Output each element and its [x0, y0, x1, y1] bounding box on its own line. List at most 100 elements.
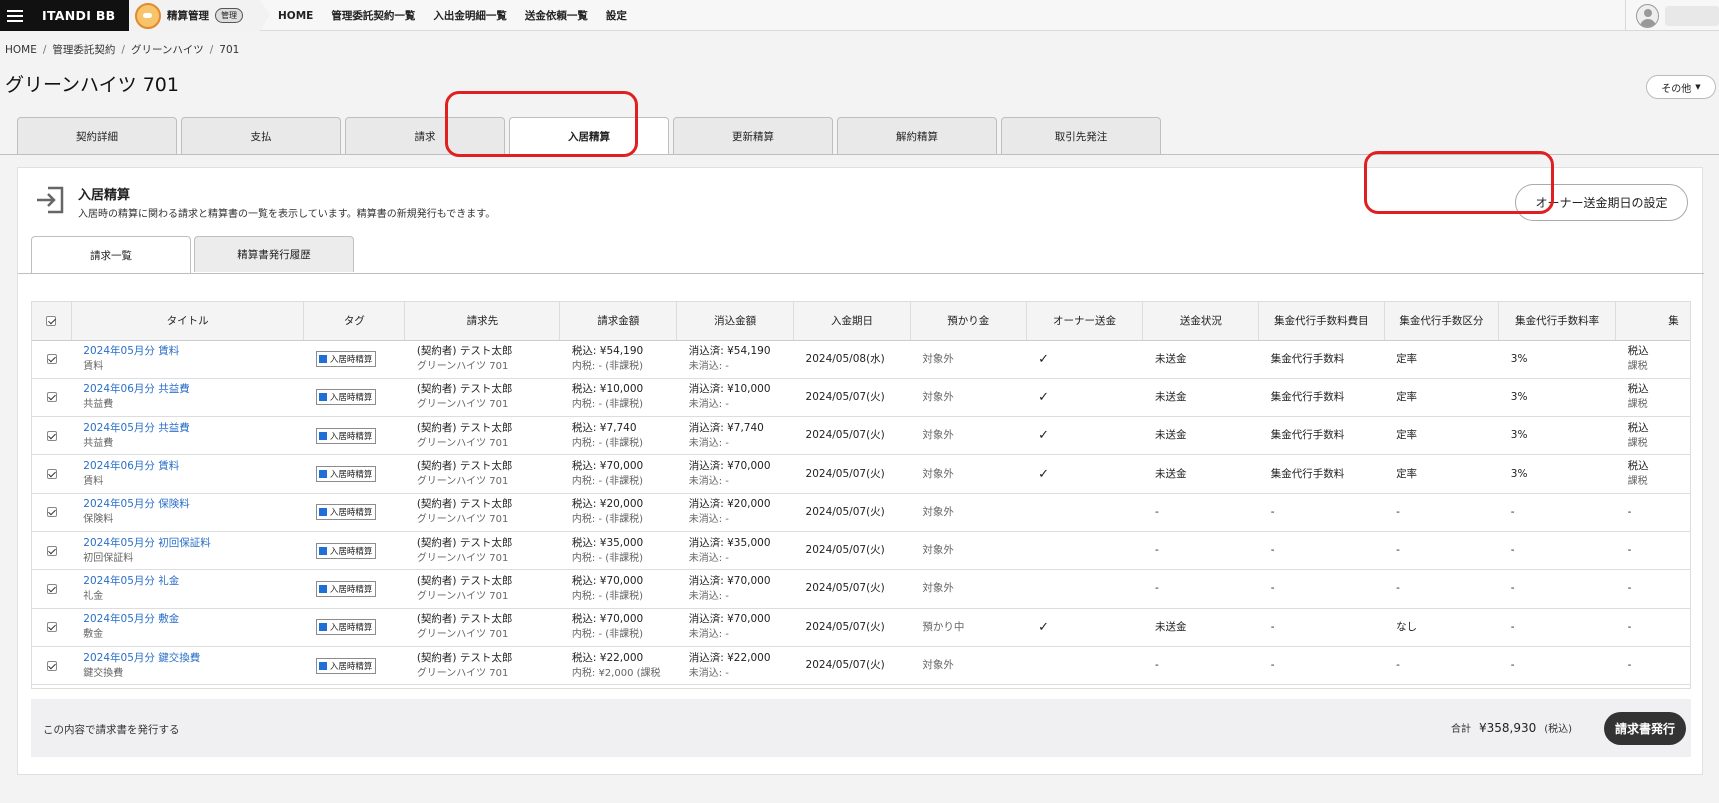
tab-contract-detail[interactable]: 契約詳細 — [17, 117, 177, 154]
cell-title-value[interactable]: 2024年05月分 共益費 — [83, 421, 292, 436]
row-select-cell — [32, 378, 72, 418]
row-checkbox[interactable] — [46, 622, 57, 633]
table-row[interactable]: 2024年05月分 賃料 賃料 入居時精算 (契約者) テスト太郎 グリーンハイツ 70… — [32, 340, 1690, 379]
row-checkbox[interactable] — [46, 583, 57, 594]
cell-title: 2024年05月分 礼金 礼金 — [71, 569, 304, 609]
cell-cleared-subvalue: 未消込: - — [688, 667, 729, 679]
row-checkbox[interactable] — [46, 469, 57, 480]
cell-extra-value: - — [1627, 544, 1632, 557]
row-checkbox[interactable] — [46, 660, 57, 671]
cell-title-value[interactable]: 2024年06月分 賃料 — [83, 459, 292, 474]
tag-label: 入居時精算 — [329, 661, 373, 672]
cell-payer-value: (契約者) テスト太郎 — [416, 383, 513, 396]
tag-color-icon — [318, 393, 327, 402]
cell-due-value: 2024/05/07(火) — [805, 582, 885, 595]
row-checkbox[interactable] — [46, 430, 57, 441]
cell-title-subvalue: 鍵交換費 — [83, 667, 124, 679]
breadcrumb-contracts[interactable]: 管理委託契約 — [52, 44, 115, 56]
breadcrumb-property[interactable]: グリーンハイツ — [131, 44, 204, 56]
cell-title-value[interactable]: 2024年05月分 初回保証料 — [83, 536, 292, 551]
cell-title-value[interactable]: 2024年05月分 保険料 — [83, 497, 292, 512]
cell-fee-type: - — [1384, 569, 1499, 609]
col-deposit[interactable]: 預かり金 — [910, 302, 1027, 341]
cell-fee-type: 定率 — [1384, 416, 1499, 456]
menu-icon[interactable] — [7, 9, 23, 22]
col-tag[interactable]: タグ — [303, 302, 406, 341]
table-row[interactable]: 2024年05月分 敷金 敷金 入居時精算 (契約者) テスト太郎 グリーンハイツ 70… — [32, 608, 1690, 647]
other-dropdown-button[interactable]: その他 ▼ — [1646, 75, 1716, 99]
cell-payer-subvalue: グリーンハイツ 701 — [416, 629, 509, 641]
tab-renewal-settlement[interactable]: 更新精算 — [673, 117, 833, 154]
nav-remittances[interactable]: 送金依頼一覧 — [525, 8, 588, 23]
tag-badge: 入居時精算 — [315, 657, 377, 674]
cell-cleared: 消込済: ¥35,000 未消込: - — [676, 531, 794, 571]
col-title[interactable]: タイトル — [71, 302, 305, 341]
subtab-statement-history[interactable]: 精算書発行履歴 — [194, 236, 354, 272]
row-checkbox[interactable] — [46, 507, 57, 518]
cell-cleared-subvalue: 未消込: - — [688, 552, 729, 564]
row-checkbox[interactable] — [46, 545, 57, 556]
table-row[interactable]: 2024年06月分 賃料 賃料 入居時精算 (契約者) テスト太郎 グリーンハイツ 70… — [32, 454, 1690, 494]
cell-fee-item: 集金代行手数料 — [1258, 378, 1385, 418]
col-owner-remit[interactable]: オーナー送金 — [1026, 302, 1144, 341]
cell-cleared: 消込済: ¥22,000 未消込: - — [676, 646, 794, 686]
col-amount[interactable]: 請求金額 — [559, 302, 678, 341]
cell-fee-rate: 3% — [1498, 378, 1616, 418]
cell-amount-value: 税込: ¥35,000 — [571, 536, 644, 549]
cell-fee-type: - — [1384, 493, 1499, 532]
subtab-divider — [18, 273, 1704, 274]
table-row[interactable]: 2024年05月分 鍵交換費 鍵交換費 入居時精算 (契約者) テスト太郎 グリーンハイ… — [32, 646, 1690, 686]
tab-cancellation-settlement[interactable]: 解約精算 — [837, 117, 997, 154]
cell-owner — [1026, 646, 1143, 686]
cell-deposit: 対象外 — [910, 340, 1027, 379]
col-due-date[interactable]: 入金期日 — [793, 302, 911, 341]
user-menu[interactable] — [1625, 0, 1719, 31]
col-remit-status[interactable]: 送金状況 — [1142, 302, 1260, 341]
table-row[interactable]: 2024年06月分 共益費 共益費 入居時精算 (契約者) テスト太郎 グリーンハイツ … — [32, 378, 1690, 418]
cell-amount: 税込: ¥70,000 内税: - (非課税) — [559, 454, 677, 494]
table-body: 2024年05月分 賃料 賃料 入居時精算 (契約者) テスト太郎 グリーンハイツ 70… — [32, 340, 1690, 686]
cell-tag: 入居時精算 — [303, 416, 405, 456]
cell-title-value[interactable]: 2024年05月分 賃料 — [83, 344, 292, 359]
cell-amount-subvalue: 内税: - (非課税) — [571, 552, 644, 564]
cell-fee-rate: - — [1498, 569, 1616, 609]
cell-title-value[interactable]: 2024年05月分 礼金 — [83, 574, 292, 589]
nav-transactions[interactable]: 入出金明細一覧 — [433, 8, 507, 23]
col-payer[interactable]: 請求先 — [404, 302, 561, 341]
app-switcher[interactable]: 精算管理 管理 — [129, 0, 270, 31]
row-checkbox[interactable] — [46, 392, 57, 403]
col-fee-rate[interactable]: 集金代行手数料率 — [1498, 302, 1617, 341]
nav-contracts[interactable]: 管理委託契約一覧 — [331, 8, 415, 23]
cell-fee-item: - — [1258, 608, 1385, 647]
cell-title-value[interactable]: 2024年05月分 敷金 — [83, 612, 292, 627]
col-fee-type[interactable]: 集金代行手数区分 — [1384, 302, 1500, 341]
breadcrumb-home[interactable]: HOME — [5, 44, 37, 56]
select-all-cell — [32, 302, 72, 341]
billing-table: タイトル タグ 請求先 請求金額 消込金額 入金期日 預かり金 オーナー送金 送… — [31, 301, 1691, 689]
subtab-billing-list[interactable]: 請求一覧 — [31, 236, 191, 273]
select-all-checkbox[interactable] — [46, 315, 57, 326]
cell-deposit: 対象外 — [910, 493, 1027, 532]
cell-payer-subvalue: グリーンハイツ 701 — [416, 361, 509, 373]
issue-invoice-button[interactable]: 請求書発行 — [1604, 712, 1686, 745]
cell-payer: (契約者) テスト太郎 グリーンハイツ 701 — [404, 340, 560, 379]
brand-logo[interactable]: ITANDI BB — [42, 8, 115, 23]
cell-title-value[interactable]: 2024年06月分 共益費 — [83, 382, 292, 397]
tab-payment[interactable]: 支払 — [181, 117, 341, 154]
nav-home[interactable]: HOME — [278, 10, 313, 22]
table-row[interactable]: 2024年05月分 礼金 礼金 入居時精算 (契約者) テスト太郎 グリーンハイツ 70… — [32, 569, 1690, 609]
cell-extra: - — [1615, 493, 1690, 532]
cell-owner: ✓ — [1026, 340, 1143, 379]
col-fee-item[interactable]: 集金代行手数料費目 — [1258, 302, 1385, 341]
nav-settings[interactable]: 設定 — [606, 8, 627, 23]
cell-fee-item-value: - — [1270, 544, 1275, 557]
tab-vendor-order[interactable]: 取引先発注 — [1001, 117, 1161, 154]
table-row[interactable]: 2024年05月分 初回保証料 初回保証料 入居時精算 (契約者) テスト太郎 グリーン… — [32, 531, 1690, 571]
table-row[interactable]: 2024年05月分 共益費 共益費 入居時精算 (契約者) テスト太郎 グリーンハイツ … — [32, 416, 1690, 456]
table-row[interactable]: 2024年05月分 保険料 保険料 入居時精算 (契約者) テスト太郎 グリーンハイツ … — [32, 493, 1690, 532]
cell-title-value[interactable]: 2024年05月分 鍵交換費 — [83, 651, 292, 666]
col-cleared[interactable]: 消込金額 — [676, 302, 795, 341]
cell-fee-item-value: 集金代行手数料 — [1270, 467, 1345, 480]
col-extra[interactable]: 集 — [1615, 302, 1690, 341]
row-checkbox[interactable] — [46, 354, 57, 365]
